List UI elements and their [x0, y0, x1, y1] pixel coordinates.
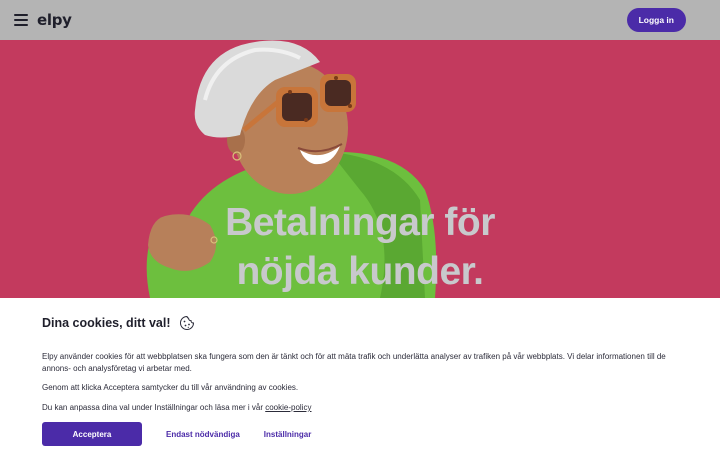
site-header: elpy Logga in: [0, 0, 720, 40]
hero-title-line-1: Betalningar för: [225, 201, 495, 244]
hero-banner: Betalningar för nöjda kunder.: [0, 40, 720, 298]
menu-icon[interactable]: [14, 14, 28, 26]
login-button[interactable]: Logga in: [626, 8, 686, 32]
cookie-consent-text: Genom att klicka Acceptera samtycker du …: [42, 383, 299, 392]
cookie-policy-link[interactable]: cookie-policy: [265, 403, 311, 412]
elpy-logo[interactable]: elpy: [37, 11, 72, 29]
hero-title: Betalningar för nöjda kunder.: [0, 198, 720, 296]
cookie-icon: [179, 315, 194, 330]
cookie-title: Dina cookies, ditt val!: [42, 316, 171, 330]
cookie-settings-text: Du kan anpassa dina val under Inställnin…: [42, 402, 678, 414]
necessary-only-button[interactable]: Endast nödvändiga: [166, 430, 240, 439]
cookie-consent-panel: Dina cookies, ditt val! Elpy använder co…: [0, 298, 720, 450]
settings-button[interactable]: Inställningar: [264, 430, 312, 439]
cookie-settings-prefix: Du kan anpassa dina val under Inställnin…: [42, 403, 266, 412]
hero-title-line-2: nöjda kunder.: [236, 250, 484, 293]
accept-button[interactable]: Acceptera: [42, 422, 142, 446]
cookie-actions: Acceptera Endast nödvändiga Inställninga…: [42, 422, 678, 446]
cookie-description: Elpy använder cookies för att webbplatse…: [42, 352, 666, 373]
